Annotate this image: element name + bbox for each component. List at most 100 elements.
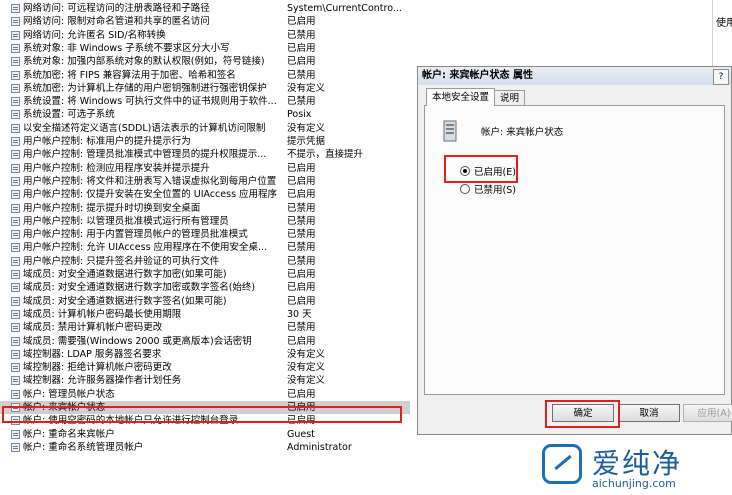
policy-row[interactable]: 用户帐户控制: 允许 UIAccess 应用程序在不使用安全桌... 已禁用 — [0, 241, 410, 254]
policy-row[interactable]: 网络访问: 允许匿名 SID/名称转换 已禁用 — [0, 29, 410, 42]
policy-row[interactable]: 系统对象: 非 Windows 子系统不要求区分大小写 已启用 — [0, 42, 410, 55]
policy-document-icon — [11, 309, 20, 319]
policy-name: 用户帐户控制: 检测应用程序安装并提示提升 — [23, 162, 210, 174]
policy-row[interactable]: 帐户: 重命名来宾帐户 Guest — [0, 428, 410, 441]
apply-button[interactable]: 应用(A) — [683, 404, 732, 422]
tab-local-security-setting[interactable]: 本地安全设置 — [426, 88, 496, 106]
policy-value: Administrator — [287, 441, 352, 453]
policy-name: 用户帐户控制: 管理员批准模式中管理员的提升权限提示... — [23, 149, 267, 161]
policy-row[interactable]: 用户帐户控制: 用于内置管理员帐户的管理员批准模式 已禁用 — [0, 228, 410, 241]
policy-name: 帐户: 重命名来宾帐户 — [23, 428, 115, 440]
policy-row[interactable]: 系统设置: 将 Windows 可执行文件中的证书规则用于软件... 已禁用 — [0, 95, 410, 108]
policy-value: 没有定义 — [287, 375, 326, 387]
policy-value: 不提示，直接提升 — [287, 149, 364, 161]
policy-value: 已禁用 — [287, 242, 316, 254]
policy-row[interactable]: 域成员: 对安全通道数据进行数字加密或数字签名(始终) 已启用 — [0, 281, 410, 294]
policy-document-icon — [11, 123, 20, 133]
policy-value: 已启用 — [287, 388, 316, 400]
policy-row[interactable]: 域控制器: 允许服务器操作者计划任务 没有定义 — [0, 374, 410, 387]
policy-value: 已禁用 — [287, 202, 316, 214]
policy-row[interactable]: 域成员: 计算机帐户密码最长使用期限 30 天 — [0, 308, 410, 321]
policy-name: 域成员: 对安全通道数据进行数字签名(如果可能) — [23, 295, 227, 307]
policy-document-icon — [11, 83, 20, 93]
policy-value: 30 天 — [287, 308, 312, 320]
policy-row[interactable]: 用户帐户控制: 标准用户的提升提示行为 提示凭据 — [0, 135, 410, 148]
policy-row[interactable]: 用户帐户控制: 管理员批准模式中管理员的提升权限提示... 不提示，直接提升 — [0, 148, 410, 161]
help-button[interactable]: ? — [713, 69, 729, 85]
policy-document-icon — [11, 442, 20, 452]
highlight-ok-button — [545, 400, 620, 428]
policy-name: 域成员: 禁用计算机帐户密码更改 — [23, 322, 163, 334]
policy-value: 已启用 — [287, 269, 316, 280]
policy-document-icon — [11, 296, 20, 306]
policy-value: 已启用 — [287, 282, 316, 294]
policy-row[interactable]: 域成员: 对安全通道数据进行数字加密(如果可能) 已启用 — [0, 268, 410, 281]
policy-document-icon — [11, 349, 20, 359]
policy-name: 系统加密: 将 FIPS 兼容算法用于加密、哈希和签名 — [23, 69, 236, 81]
policy-name: 用户帐户控制: 仅提升安装在安全位置的 UIAccess 应用程序 — [23, 189, 278, 201]
policy-row[interactable]: 用户帐户控制: 只提升签名并验证的可执行文件 已禁用 — [0, 255, 410, 268]
policy-name: 域控制器: 拒绝计算机帐户密码更改 — [23, 362, 172, 374]
policy-value: 已启用 — [287, 56, 316, 68]
policy-row[interactable]: 域成员: 禁用计算机帐户密码更改 已禁用 — [0, 321, 410, 334]
policy-name: 用户帐户控制: 以管理员批准模式运行所有管理员 — [23, 215, 229, 227]
policy-name: 用户帐户控制: 允许 UIAccess 应用程序在不使用安全桌... — [23, 242, 268, 254]
policy-name: 用户帐户控制: 提示提升时切换到安全桌面 — [23, 202, 201, 214]
policy-row[interactable]: 以安全描述符定义语言(SDDL)语法表示的计算机访问限制 没有定义 — [0, 122, 410, 135]
policy-name: 域成员: 计算机帐户密码最长使用期限 — [23, 308, 182, 320]
policy-name: 用户帐户控制: 用于内置管理员帐户的管理员批准模式 — [23, 229, 248, 241]
policy-row[interactable]: 帐户: 管理员帐户状态 已启用 — [0, 388, 410, 401]
tab-explain[interactable]: 说明 — [494, 90, 526, 106]
policy-name: 网络访问: 限制对命名管道和共享的匿名访问 — [23, 16, 210, 28]
policy-row[interactable]: 帐户: 重命名系统管理员帐户 Administrator — [0, 441, 410, 454]
policy-name: 系统设置: 将 Windows 可执行文件中的证书规则用于软件... — [23, 96, 277, 108]
policy-value: 已禁用 — [287, 69, 316, 81]
policy-document-icon — [11, 363, 20, 373]
policy-row[interactable]: 域成员: 对安全通道数据进行数字签名(如果可能) 已启用 — [0, 295, 410, 308]
policy-row[interactable]: 系统加密: 为计算机上存储的用户密钥强制进行强密钥保护 没有定义 — [0, 82, 410, 95]
cancel-button[interactable]: 取消 — [618, 404, 680, 422]
policy-row[interactable]: 用户帐户控制: 仅提升安装在安全位置的 UIAccess 应用程序 已启用 — [0, 188, 410, 201]
radio-disabled[interactable]: 已禁用(S) — [460, 184, 516, 198]
radio-disabled-dot[interactable] — [460, 184, 470, 194]
policy-document-icon — [11, 70, 20, 80]
policy-name: 域控制器: 允许服务器操作者计划任务 — [23, 375, 182, 387]
policy-row[interactable]: 系统设置: 可选子系统 Posix — [0, 108, 410, 121]
policy-row[interactable]: 系统加密: 将 FIPS 兼容算法用于加密、哈希和签名 已禁用 — [0, 69, 410, 82]
policy-value: 已启用 — [287, 295, 316, 307]
policy-row[interactable]: 用户帐户控制: 将文件和注册表写入错误虚拟化到每用户位置 已启用 — [0, 175, 410, 188]
policy-value: 已禁用 — [287, 322, 316, 334]
policy-row[interactable]: 网络访问: 限制对命名管道和共享的匿名访问 已启用 — [0, 15, 410, 28]
brand-url: aichunjing.com — [592, 477, 676, 490]
policy-row[interactable]: 用户帐户控制: 以管理员批准模式运行所有管理员 已禁用 — [0, 215, 410, 228]
policy-document-icon — [11, 150, 20, 160]
watermark-logo: 爱纯净 aichunjing.com — [536, 440, 732, 495]
policy-row[interactable]: 用户帐户控制: 检测应用程序安装并提示提升 已启用 — [0, 162, 410, 175]
policy-value: 已启用 — [287, 162, 316, 174]
server-policy-icon — [443, 120, 457, 142]
policy-value: 已启用 — [287, 16, 316, 28]
policy-document-icon — [11, 283, 20, 293]
policy-row[interactable]: 域控制器: 拒绝计算机帐户密码更改 没有定义 — [0, 361, 410, 374]
policy-document-icon — [11, 176, 20, 186]
policy-row[interactable]: 域控制器: LDAP 服务器签名要求 没有定义 — [0, 348, 410, 361]
policy-document-icon — [11, 4, 20, 13]
policy-document-icon — [11, 323, 20, 333]
policy-row[interactable]: 系统对象: 加强内部系统对象的默认权限(例如，符号链接) 已启用 — [0, 55, 410, 68]
policy-row[interactable]: 网络访问: 可远程访问的注册表路径和子路径 System\CurrentContr… — [0, 2, 410, 15]
policy-value: 没有定义 — [287, 348, 326, 360]
policy-document-icon — [11, 270, 20, 279]
policy-value: 已启用 — [287, 42, 316, 54]
side-divider — [712, 0, 713, 66]
policy-value: 已禁用 — [287, 96, 316, 108]
policy-name: 系统对象: 加强内部系统对象的默认权限(例如，符号链接) — [23, 56, 265, 68]
policy-name: 用户帐户控制: 标准用户的提升提示行为 — [23, 136, 191, 147]
policy-row[interactable]: 用户帐户控制: 提示提升时切换到安全桌面 已禁用 — [0, 202, 410, 215]
policy-value: 没有定义 — [287, 82, 326, 94]
policy-row[interactable]: 域成员: 需要强(Windows 2000 或更高版本)会话密钥 已启用 — [0, 335, 410, 348]
highlight-guest-row — [2, 406, 402, 423]
dialog-title: 帐户: 来宾帐户状态 属性 — [418, 67, 731, 85]
policy-value: 已启用 — [287, 175, 316, 187]
brand-logo-icon — [542, 444, 582, 484]
policy-document-icon — [11, 163, 20, 173]
